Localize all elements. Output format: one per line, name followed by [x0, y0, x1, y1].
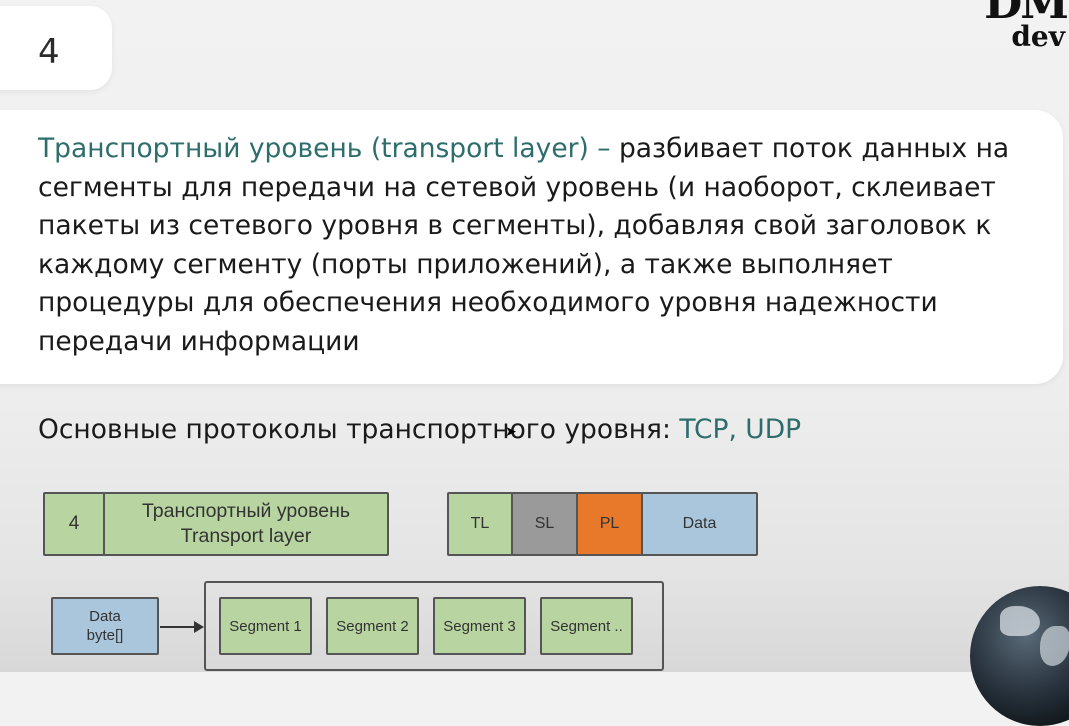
layer-number-box: 4 — [43, 492, 105, 556]
source-type-label: byte[] — [86, 627, 124, 644]
segment-label: Segment .. — [550, 617, 623, 635]
layer-number: 4 — [68, 513, 80, 534]
segment-label: Segment 3 — [443, 617, 516, 635]
globe-icon — [970, 586, 1069, 726]
source-data-box: Data byte[] — [51, 597, 159, 655]
protocols-line: Основные протоколы транспортного уровня:… — [38, 414, 801, 445]
segment-label: Segment 1 — [229, 617, 302, 635]
packet-tl-box: TL — [447, 492, 513, 556]
segment-box: Segment 3 — [433, 597, 526, 655]
packet-sl-label: SL — [534, 515, 555, 532]
definition-text: Транспортный уровень (transport layer) –… — [38, 130, 1048, 361]
mouse-cursor-icon: ➤ — [505, 424, 517, 440]
packet-data-box: Data — [641, 492, 758, 556]
segment-box: Segment .. — [540, 597, 633, 655]
layer-name-ru: Транспортный уровень — [141, 500, 350, 522]
packet-pl-label: PL — [599, 515, 620, 532]
packet-data-label: Data — [682, 515, 717, 532]
dmdev-logo: DM dev — [969, 0, 1069, 62]
arrow-right-icon — [194, 621, 204, 633]
segment-box: Segment 2 — [326, 597, 419, 655]
packet-tl-label: TL — [470, 515, 490, 532]
definition-term: Транспортный уровень (transport layer) – — [38, 133, 611, 164]
packet-sl-box: SL — [511, 492, 578, 556]
slide-number: 4 — [38, 32, 60, 72]
logo-bottom: dev — [1011, 20, 1065, 53]
layer-name-box: Транспортный уровень Transport layer — [103, 492, 389, 556]
protocols-label: Основные протоколы транспортного уровня: — [38, 414, 680, 445]
definition-body: разбивает поток данных на сегменты для п… — [38, 133, 1010, 357]
segment-label: Segment 2 — [336, 617, 409, 635]
segment-box: Segment 1 — [219, 597, 312, 655]
packet-pl-box: PL — [576, 492, 643, 556]
protocols-values: TCP, UDP — [679, 414, 802, 445]
layer-name-en: Transport layer — [180, 525, 312, 547]
source-data-label: Data — [89, 608, 121, 625]
slide-number-card: 4 — [0, 6, 112, 90]
arrow-line — [160, 626, 196, 628]
